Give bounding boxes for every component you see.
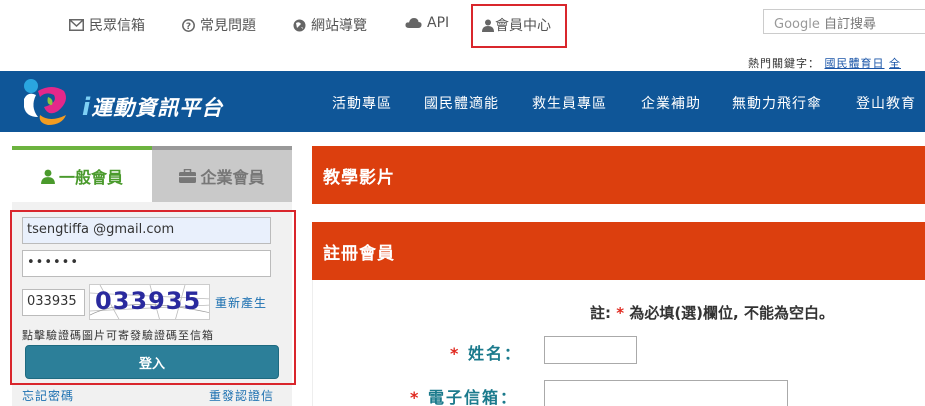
faq-link[interactable]: ? 常見問題 bbox=[182, 15, 256, 35]
forgot-password-link[interactable]: 忘記密碼 bbox=[22, 387, 74, 404]
site-logo[interactable]: i運動資訊平台 bbox=[18, 77, 248, 129]
hot-keyword-2[interactable]: 全 bbox=[889, 57, 901, 70]
register-email-input[interactable] bbox=[544, 380, 788, 406]
cloud-icon bbox=[405, 18, 422, 28]
tab-business-member[interactable]: 企業會員 bbox=[152, 146, 292, 202]
required-note-prefix: 註: bbox=[590, 304, 611, 322]
top-links-bar: 民眾信箱 ? 常見問題 網站導覽 API 會員中心 Google 自訂搜尋 熱門… bbox=[0, 0, 925, 70]
member-center-highlight bbox=[471, 4, 567, 48]
nav-item-paragliding[interactable]: 無動力飛行傘 bbox=[732, 93, 822, 113]
section-video-header[interactable]: 教學影片 bbox=[312, 146, 925, 204]
resend-verification-link[interactable]: 重發認證信 bbox=[209, 387, 274, 404]
site-title: i運動資訊平台 bbox=[82, 93, 224, 121]
name-input[interactable] bbox=[544, 336, 637, 364]
hot-keyword-1[interactable]: 國民體育日 bbox=[825, 57, 885, 70]
nav-item-hiking[interactable]: 登山教育 bbox=[856, 93, 916, 113]
member-type-tabs: 一般會員 企業會員 bbox=[12, 146, 292, 202]
logo-mark-icon bbox=[24, 79, 66, 125]
google-search-input[interactable]: Google 自訂搜尋 bbox=[763, 9, 925, 34]
email-required-star: * bbox=[410, 388, 421, 406]
search-placeholder: 自訂搜尋 bbox=[823, 17, 876, 32]
mail-link-label: 民眾信箱 bbox=[89, 18, 145, 34]
section-register-header: 註冊會員 bbox=[312, 222, 925, 280]
hot-keywords-label: 熱門關鍵字： bbox=[748, 57, 820, 70]
page: 民眾信箱 ? 常見問題 網站導覽 API 會員中心 Google 自訂搜尋 熱門… bbox=[0, 0, 925, 406]
section-video-title: 教學影片 bbox=[323, 167, 395, 188]
tab-general-label: 一般會員 bbox=[58, 168, 123, 187]
mail-link[interactable]: 民眾信箱 bbox=[69, 15, 145, 35]
site-title-text: 運動資訊平台 bbox=[91, 96, 224, 120]
required-note-text: 為必填(選)欄位, 不能為空白。 bbox=[629, 304, 834, 322]
name-required-star: * bbox=[450, 344, 461, 363]
required-star: * bbox=[616, 304, 625, 322]
tab-general-member[interactable]: 一般會員 bbox=[12, 146, 152, 202]
tab-business-label: 企業會員 bbox=[200, 168, 265, 187]
svg-text:?: ? bbox=[186, 22, 191, 32]
nav-item-activities[interactable]: 活動專區 bbox=[332, 93, 392, 113]
nav-item-subsidy[interactable]: 企業補助 bbox=[641, 93, 701, 113]
briefcase-icon bbox=[179, 169, 197, 183]
email-field-label: * 電子信箱： bbox=[410, 384, 518, 406]
name-label-text: 姓名： bbox=[467, 344, 522, 363]
question-circle-icon: ? bbox=[182, 18, 195, 32]
sitemap-link[interactable]: 網站導覽 bbox=[293, 15, 367, 35]
api-link[interactable]: API bbox=[405, 15, 449, 31]
globe-icon bbox=[293, 19, 306, 31]
email-label-text: 電子信箱： bbox=[427, 388, 518, 406]
api-link-label: API bbox=[427, 15, 450, 31]
nav-item-fitness[interactable]: 國民體適能 bbox=[424, 93, 499, 113]
hot-keywords: 熱門關鍵字： 國民體育日 全 bbox=[748, 55, 901, 71]
envelope-icon bbox=[69, 19, 84, 31]
google-brand: Google bbox=[774, 17, 820, 32]
nav-item-lifeguard[interactable]: 救生員專區 bbox=[532, 93, 607, 113]
section-register-title: 註冊會員 bbox=[323, 243, 395, 264]
sitemap-link-label: 網站導覽 bbox=[311, 18, 367, 34]
required-note: 註: * 為必填(選)欄位, 不能為空白。 bbox=[590, 302, 834, 323]
main-nav-band: i運動資訊平台 活動專區 國民體適能 救生員專區 企業補助 無動力飛行傘 登山教… bbox=[0, 71, 925, 132]
faq-link-label: 常見問題 bbox=[200, 18, 256, 34]
name-field-label: * 姓名： bbox=[450, 340, 522, 364]
user-icon bbox=[41, 169, 55, 184]
login-highlight bbox=[10, 210, 296, 385]
